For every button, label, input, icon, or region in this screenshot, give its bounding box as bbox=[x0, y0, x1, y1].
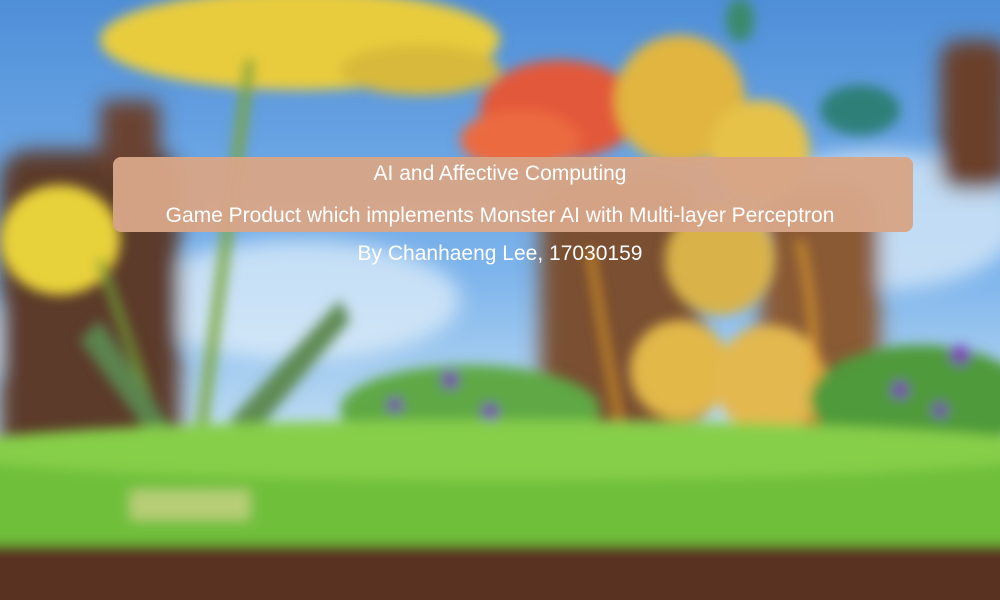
background-art bbox=[0, 0, 1000, 600]
game-subtitle: Game Product which implements Monster AI… bbox=[165, 204, 835, 227]
author-credit: By Chanhaeng Lee, 17030159 bbox=[357, 242, 643, 265]
game-background bbox=[0, 0, 1000, 600]
game-title: AI and Affective Computing bbox=[373, 162, 627, 185]
